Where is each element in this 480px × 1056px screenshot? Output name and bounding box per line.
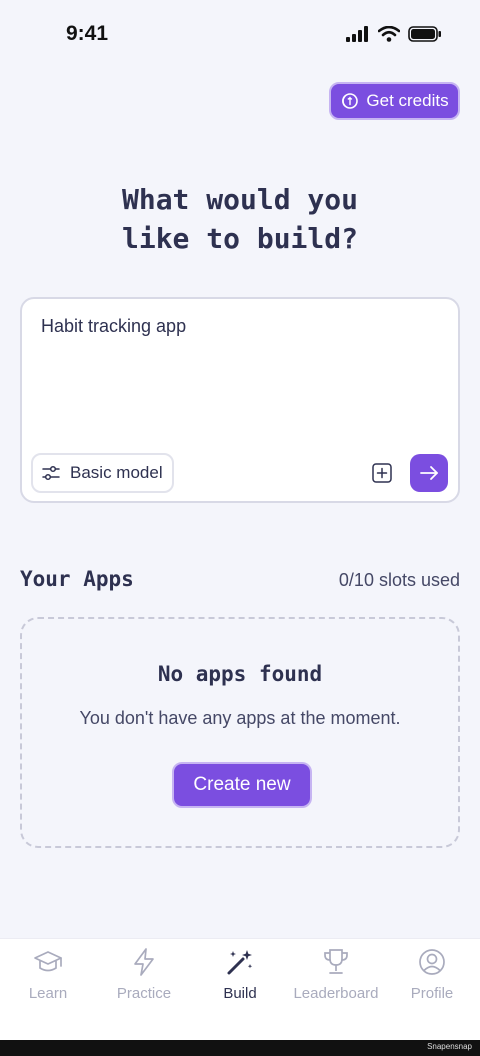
empty-state-title: No apps found bbox=[157, 662, 323, 686]
graduation-cap-icon bbox=[34, 951, 62, 972]
watermark-text: Snapensnap bbox=[427, 1042, 472, 1051]
model-selector-label: Basic model bbox=[70, 463, 163, 482]
page-title-line-2: like to build? bbox=[121, 222, 358, 255]
get-credits-label: Get credits bbox=[366, 91, 449, 110]
status-time: 9:41 bbox=[66, 22, 109, 45]
tab-learn-label: Learn bbox=[28, 985, 68, 1002]
battery-icon bbox=[408, 26, 441, 42]
page-title-line-1: What would you bbox=[121, 183, 358, 216]
tab-learn[interactable]: Learn bbox=[0, 939, 96, 1040]
tab-leaderboard-label: Leaderboard bbox=[293, 985, 379, 1002]
add-attachment-icon[interactable] bbox=[372, 463, 392, 483]
page-title: What would you like to build? bbox=[0, 180, 480, 258]
tab-profile-label: Profile bbox=[410, 985, 454, 1002]
empty-apps-card: No apps found You don't have any apps at… bbox=[20, 617, 460, 848]
tab-practice[interactable]: Practice bbox=[96, 939, 192, 1040]
create-new-button[interactable]: Create new bbox=[172, 762, 312, 808]
arrow-right-icon bbox=[420, 466, 438, 480]
wifi-icon bbox=[378, 26, 400, 42]
tab-leaderboard[interactable]: Leaderboard bbox=[288, 939, 384, 1040]
sliders-icon bbox=[42, 465, 60, 481]
tab-build[interactable]: Build bbox=[192, 939, 288, 1040]
prompt-input-box[interactable]: Habit tracking app Basic model bbox=[20, 297, 460, 503]
prompt-input-text[interactable]: Habit tracking app bbox=[41, 316, 186, 337]
slots-used-text: 0/10 slots used bbox=[338, 570, 460, 590]
status-icons bbox=[346, 26, 442, 42]
model-selector-button[interactable]: Basic model bbox=[31, 453, 174, 493]
send-button[interactable] bbox=[410, 454, 448, 492]
footer-strip: Snapensnap bbox=[0, 1040, 480, 1056]
coin-icon bbox=[342, 93, 359, 109]
empty-state-description: You don't have any apps at the moment. bbox=[79, 708, 401, 728]
your-apps-heading: Your Apps bbox=[20, 567, 134, 591]
trophy-icon bbox=[324, 949, 348, 974]
tab-practice-label: Practice bbox=[116, 985, 172, 1002]
magic-wand-icon bbox=[227, 950, 253, 975]
bottom-tab-bar: Learn Practice Build Leaderboard Profile bbox=[0, 938, 480, 1040]
lightning-icon bbox=[134, 948, 154, 976]
signal-icon bbox=[346, 26, 368, 42]
status-bar: 9:41 bbox=[0, 0, 480, 70]
tab-profile[interactable]: Profile bbox=[384, 939, 480, 1040]
tab-build-label: Build bbox=[223, 985, 257, 1002]
user-circle-icon bbox=[419, 949, 445, 975]
get-credits-button[interactable]: Get credits bbox=[329, 82, 460, 120]
